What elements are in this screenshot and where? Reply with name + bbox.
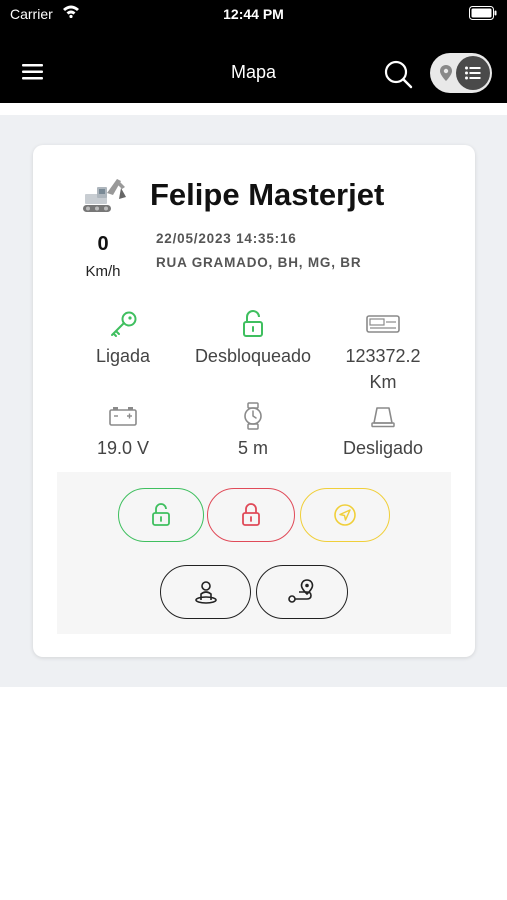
ignition-stat: Ligada — [53, 309, 193, 369]
search-icon[interactable] — [383, 59, 413, 94]
unlock-button[interactable] — [118, 488, 204, 542]
route-button[interactable] — [256, 565, 348, 619]
last-update-datetime: 22/05/2023 14:35:16 — [156, 231, 297, 246]
vehicle-name: Felipe Masterjet — [150, 177, 385, 212]
actions-panel — [57, 472, 451, 634]
status-bar: Carrier 12:44 PM — [0, 0, 507, 30]
lock-button[interactable] — [207, 488, 295, 542]
excavator-icon — [79, 175, 127, 220]
lock-icon — [242, 503, 260, 526]
map-list-toggle[interactable] — [430, 53, 492, 93]
time-value: 5 m — [237, 438, 268, 458]
navigate-button[interactable] — [300, 488, 390, 542]
speed-value: 0 — [97, 233, 109, 255]
odometer-icon — [313, 309, 453, 339]
lock-label: Desbloqueado — [194, 346, 312, 366]
clock: 12:44 PM — [223, 6, 284, 22]
odometer-value: 123372.2 — [345, 346, 421, 366]
unlock-icon — [183, 309, 323, 339]
odometer-stat: 123372.2 Km — [313, 309, 453, 395]
vehicle-card: Felipe Masterjet 0 Km/h 22/05/2023 14:35… — [33, 145, 475, 657]
navigation-icon — [334, 504, 356, 526]
watch-icon — [183, 401, 323, 431]
toggle-knob — [456, 56, 490, 90]
battery-status-icon — [469, 6, 497, 25]
list-icon — [465, 66, 481, 80]
unlock-icon — [152, 503, 170, 526]
driver-icon — [194, 581, 217, 604]
lock-stat: Desbloqueado — [183, 309, 323, 369]
siren-icon — [313, 401, 453, 431]
voltage-stat: 19.0 V — [53, 401, 193, 461]
driver-button[interactable] — [160, 565, 251, 619]
battery-icon — [53, 401, 193, 431]
siren-stat: Desligado — [313, 401, 453, 461]
map-pin-icon — [440, 65, 452, 86]
key-icon — [53, 309, 193, 339]
siren-value: Desligado — [342, 438, 424, 458]
voltage-value: 19.0 V — [96, 438, 150, 458]
app-header: Carrier 12:44 PM Mapa — [0, 0, 507, 103]
content-area: Felipe Masterjet 0 Km/h 22/05/2023 14:35… — [0, 115, 507, 687]
vehicle-address: RUA GRAMADO, BH, MG, BR — [156, 255, 362, 270]
route-icon — [288, 579, 314, 603]
odometer-unit: Km — [369, 372, 397, 392]
ignition-label: Ligada — [95, 346, 151, 366]
speed-unit: Km/h — [85, 263, 121, 280]
time-stat: 5 m — [183, 401, 323, 461]
